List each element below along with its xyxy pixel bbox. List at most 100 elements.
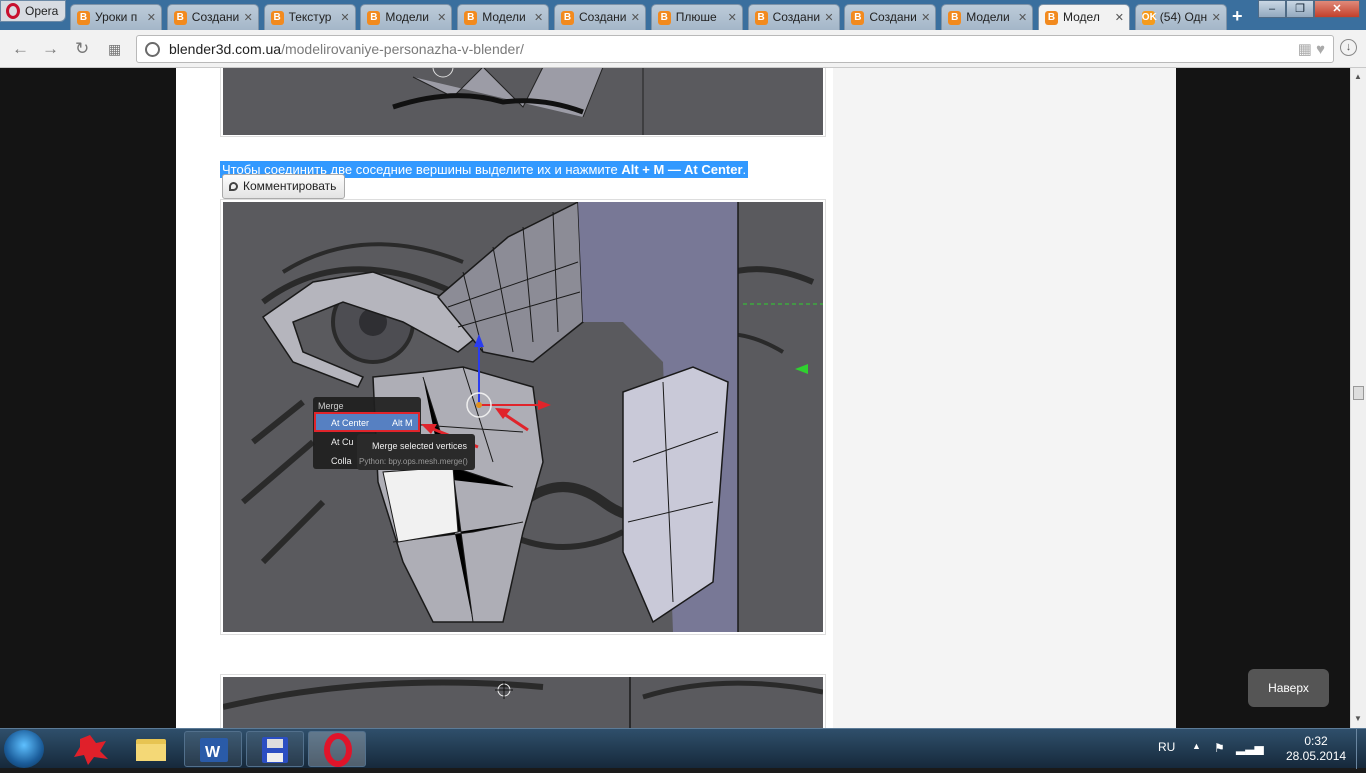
url-domain: blender3d.com.ua xyxy=(169,41,282,57)
close-tab-icon[interactable]: ✕ xyxy=(534,11,543,24)
start-button[interactable] xyxy=(4,730,44,768)
comment-icon xyxy=(229,182,238,191)
blender-favicon-icon: B xyxy=(948,11,962,25)
close-tab-icon[interactable]: ✕ xyxy=(1212,11,1221,24)
blender-favicon-icon: B xyxy=(561,11,574,25)
close-tab-icon[interactable]: ✕ xyxy=(921,11,930,24)
back-to-top-button[interactable]: Наверх xyxy=(1248,669,1329,707)
maximize-button[interactable]: ❐ xyxy=(1286,0,1314,18)
close-tab-icon[interactable]: ✕ xyxy=(728,11,737,24)
comment-button[interactable]: Комментировать xyxy=(222,174,346,199)
browser-tab[interactable]: B Модели ✕ xyxy=(941,4,1034,30)
tab-label: (54) Одн xyxy=(1159,10,1208,24)
back-icon[interactable]: ← xyxy=(12,39,29,59)
article-image-previous xyxy=(220,68,826,137)
windows-taskbar: W RU ▲ ⚑ ▂▃▅ 0:32 28.05.2014 xyxy=(0,728,1366,769)
browser-tab[interactable]: B Создани ✕ xyxy=(747,4,840,30)
browser-tab[interactable]: B Модели ✕ xyxy=(360,4,453,30)
show-hidden-icons[interactable]: ▲ xyxy=(1192,741,1201,751)
system-tray: RU ▲ ⚑ ▂▃▅ 0:32 28.05.2014 xyxy=(1136,729,1366,769)
forward-icon[interactable]: → xyxy=(42,39,59,59)
url-path: /modelirovaniye-personazha-v-blender/ xyxy=(281,41,524,57)
merge-collapse: Colla xyxy=(331,456,352,466)
opera-logo-icon xyxy=(6,3,20,19)
merge-tooltip-title: Merge selected vertices xyxy=(372,441,468,451)
floppy-disk-icon xyxy=(262,737,288,763)
opera-icon xyxy=(324,733,352,767)
close-tab-icon[interactable]: ✕ xyxy=(824,11,833,24)
taskbar-app-save[interactable] xyxy=(246,731,304,767)
tab-label: Модели xyxy=(482,10,526,24)
minimize-button[interactable]: ‒ xyxy=(1258,0,1286,18)
browser-tab[interactable]: B Текстур ✕ xyxy=(263,4,356,30)
browser-tab-bar: Opera B Уроки п ✕ B Создани ✕ B Текстур ✕ B Модели… xyxy=(0,0,1366,31)
tab-label: Текстур xyxy=(288,10,332,24)
odnoklassniki-favicon-icon: OK xyxy=(1141,11,1157,25)
browser-tab[interactable]: B Создани ✕ xyxy=(166,4,259,30)
close-tab-icon[interactable]: ✕ xyxy=(437,11,446,24)
close-tab-icon[interactable]: ✕ xyxy=(631,11,640,24)
scrollbar-thumb[interactable] xyxy=(1353,386,1364,400)
close-window-button[interactable]: ✕ xyxy=(1314,0,1360,18)
speed-dial-icon[interactable]: ▦ xyxy=(108,41,121,58)
blender-favicon-icon: B xyxy=(270,11,284,25)
page-viewport: Чтобы соединить две соседние вершины выд… xyxy=(0,68,1350,728)
splash-app-icon xyxy=(74,735,108,765)
tab-label: Модели xyxy=(966,10,1010,24)
merge-menu-title: Merge xyxy=(318,401,344,411)
article-image-next xyxy=(220,674,826,728)
close-tab-icon[interactable]: ✕ xyxy=(1018,11,1027,24)
page-scrollbar[interactable]: ▲ ▼ xyxy=(1350,68,1366,728)
merge-shortcut: Alt M xyxy=(392,418,413,428)
browser-tab[interactable]: B Модел ✕ xyxy=(1038,4,1130,31)
taskbar-app-opera[interactable] xyxy=(308,731,366,767)
clock[interactable]: 0:32 28.05.2014 xyxy=(1286,734,1346,764)
navigation-bar: ← → ↻ ▦ blender3d.com.ua/modelirovaniye-… xyxy=(0,30,1366,68)
close-tab-icon[interactable]: ✕ xyxy=(147,11,156,24)
action-center-flag-icon[interactable]: ⚑ xyxy=(1214,741,1225,755)
scroll-down-icon[interactable]: ▼ xyxy=(1354,714,1362,723)
browser-tab[interactable]: B Уроки п ✕ xyxy=(70,4,162,30)
address-bar[interactable]: blender3d.com.ua/modelirovaniye-personaz… xyxy=(136,35,1334,63)
blender-favicon-icon: B xyxy=(851,11,865,25)
browser-tab[interactable]: B Создани ✕ xyxy=(844,4,937,30)
browser-tab[interactable]: OK (54) Одн ✕ xyxy=(1134,4,1227,30)
page-background-left xyxy=(0,68,176,728)
window-controls: ‒ ❐ ✕ xyxy=(1258,0,1360,20)
svg-text:W: W xyxy=(205,744,221,761)
blender-favicon-icon: B xyxy=(1045,11,1058,25)
word-icon: W xyxy=(200,738,228,762)
download-icon[interactable]: ↓ xyxy=(1340,39,1357,56)
taskbar-app-word[interactable]: W xyxy=(184,731,242,767)
article-image-merge: Merge At Center Alt M At Cu Colla Merge … xyxy=(220,199,826,635)
new-tab-button[interactable]: + xyxy=(1232,6,1243,27)
blender-screenshot-merge: Merge At Center Alt M At Cu Colla Merge … xyxy=(223,200,823,632)
tab-label: Уроки п xyxy=(95,10,138,24)
language-indicator[interactable]: RU xyxy=(1158,740,1175,754)
browser-tab[interactable]: B Создани ✕ xyxy=(554,4,646,30)
tab-label: Создани xyxy=(772,10,821,24)
blender-favicon-icon: B xyxy=(77,11,90,25)
opera-menu-button[interactable]: Opera xyxy=(0,0,66,22)
reload-icon[interactable]: ↻ xyxy=(75,39,89,59)
network-signal-icon[interactable]: ▂▃▅ xyxy=(1236,741,1264,755)
close-tab-icon[interactable]: ✕ xyxy=(244,11,253,24)
blender-favicon-icon: B xyxy=(754,11,768,25)
scroll-up-icon[interactable]: ▲ xyxy=(1354,72,1362,81)
tab-label: Создани xyxy=(869,10,917,24)
close-tab-icon[interactable]: ✕ xyxy=(1115,11,1124,24)
close-tab-icon[interactable]: ✕ xyxy=(340,11,349,24)
blender-favicon-icon: B xyxy=(657,11,671,25)
bookmark-heart-icon[interactable]: ▦ ♥ xyxy=(1298,40,1325,58)
taskbar-app-explorer[interactable] xyxy=(122,731,180,767)
merge-tooltip-python: Python: bpy.ops.mesh.merge() xyxy=(359,457,468,466)
show-desktop-button[interactable] xyxy=(1356,729,1366,769)
taskbar-app-paint[interactable] xyxy=(62,731,120,767)
page-background-right xyxy=(1176,68,1350,728)
merge-at-center: At Center xyxy=(331,418,369,428)
tab-label: Модел xyxy=(1063,10,1100,24)
browser-tab[interactable]: B Плюше ✕ xyxy=(650,4,743,30)
site-info-icon[interactable] xyxy=(145,42,160,57)
blender-favicon-icon: B xyxy=(464,11,478,25)
browser-tab[interactable]: B Модели ✕ xyxy=(457,4,550,30)
